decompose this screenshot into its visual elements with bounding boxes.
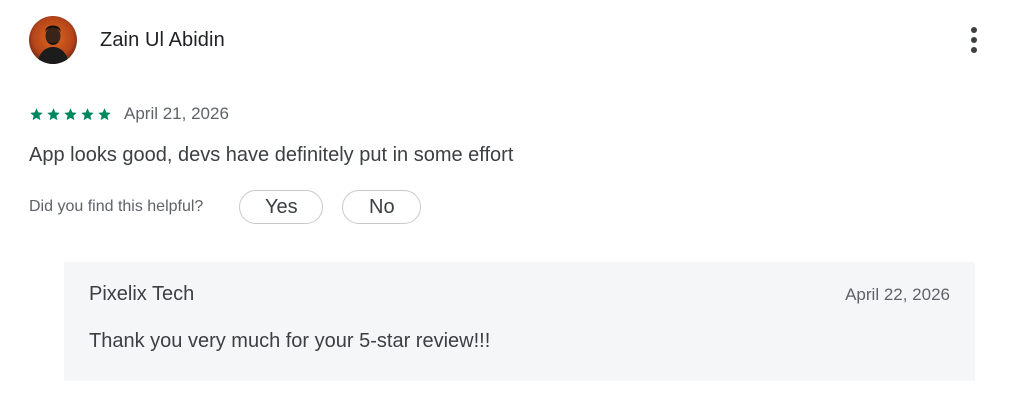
person-photo-icon — [29, 16, 77, 64]
review-card: Zain Ul Abidin April 21, 2026 App looks … — [0, 0, 1024, 396]
review-text: App looks good, devs have definitely put… — [29, 144, 514, 166]
review-header: Zain Ul Abidin — [29, 16, 225, 64]
helpful-yes-button[interactable]: Yes — [239, 190, 324, 224]
more-options-button[interactable] — [958, 22, 990, 58]
reply-date: April 22, 2026 — [845, 285, 950, 304]
star-filled-icon — [30, 107, 43, 120]
more-vert-icon-dot — [971, 37, 977, 43]
review-date: April 21, 2026 — [124, 104, 229, 123]
helpful-no-button[interactable]: No — [342, 190, 422, 224]
more-vert-icon — [971, 27, 977, 33]
reply-text: Thank you very much for your 5-star revi… — [89, 330, 491, 352]
review-meta: April 21, 2026 — [29, 104, 229, 124]
star-filled-icon — [64, 107, 77, 120]
developer-reply: Pixelix Tech April 22, 2026 Thank you ve… — [64, 262, 975, 381]
developer-name: Pixelix Tech — [89, 283, 195, 305]
star-filled-icon — [98, 107, 111, 120]
star-filled-icon — [47, 107, 60, 120]
reviewer-name: Zain Ul Abidin — [100, 28, 225, 51]
star-rating — [29, 107, 112, 122]
more-vert-icon-dot — [971, 47, 977, 53]
avatar — [29, 16, 77, 64]
star-filled-icon — [81, 107, 94, 120]
helpful-label: Did you find this helpful? — [29, 198, 204, 215]
helpful-prompt: Did you find this helpful? Yes No — [29, 190, 422, 224]
